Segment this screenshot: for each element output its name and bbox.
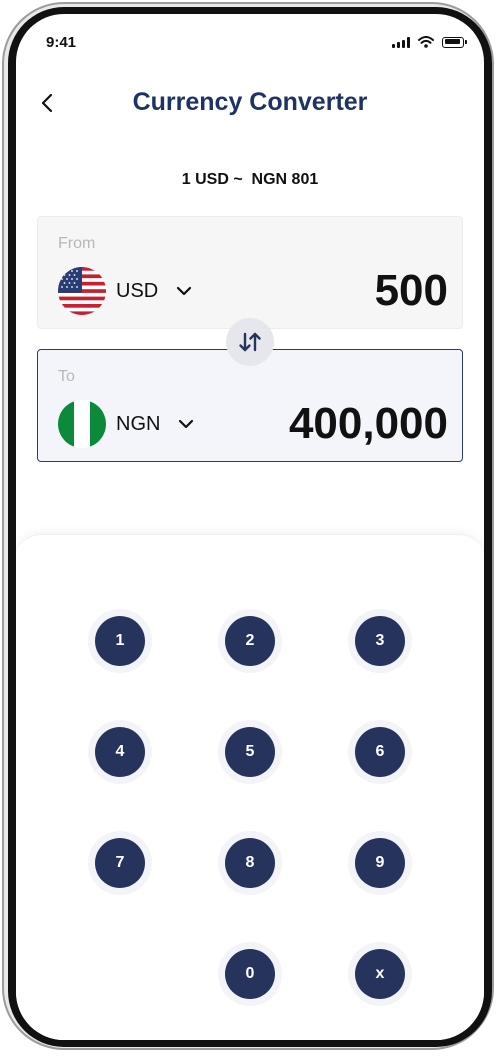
key-label: 4 — [95, 727, 145, 777]
key-label: x — [355, 949, 405, 999]
key-label: 2 — [225, 616, 275, 666]
key-label: 7 — [95, 838, 145, 888]
key-0[interactable]: 0 — [218, 942, 282, 1006]
keypad: 1 2 3 4 5 6 7 8 9 0 x — [16, 534, 484, 1040]
from-card: From USD 500 — [37, 216, 463, 329]
battery-icon — [442, 36, 467, 48]
key-label: 9 — [355, 838, 405, 888]
to-amount: 400,000 — [288, 399, 448, 448]
key-7[interactable]: 7 — [88, 831, 152, 895]
key-label: 6 — [355, 727, 405, 777]
wifi-icon — [418, 36, 434, 48]
key-label: 1 — [95, 616, 145, 666]
key-3[interactable]: 3 — [348, 609, 412, 673]
from-currency-code: USD — [116, 279, 159, 302]
to-currency-select[interactable]: NGN — [58, 400, 194, 448]
chevron-down-icon — [176, 286, 192, 296]
from-label: From — [58, 235, 96, 252]
from-amount[interactable]: 500 — [375, 267, 448, 315]
key-label: 5 — [225, 727, 275, 777]
from-currency-select[interactable]: USD — [58, 267, 192, 315]
swap-button[interactable] — [226, 318, 274, 366]
key-2[interactable]: 2 — [218, 609, 282, 673]
signal-icon — [392, 36, 410, 48]
key-delete[interactable]: x — [348, 942, 412, 1006]
swap-vertical-icon — [239, 332, 261, 352]
exchange-rate: 1 USD ~ NGN 801 — [181, 171, 319, 188]
key-label: 3 — [355, 616, 405, 666]
key-6[interactable]: 6 — [348, 720, 412, 784]
key-label: 0 — [225, 949, 275, 999]
key-5[interactable]: 5 — [218, 720, 282, 784]
key-8[interactable]: 8 — [218, 831, 282, 895]
key-1[interactable]: 1 — [88, 609, 152, 673]
key-label: 8 — [225, 838, 275, 888]
nigeria-flag-icon — [58, 400, 106, 448]
key-9[interactable]: 9 — [348, 831, 412, 895]
key-4[interactable]: 4 — [88, 720, 152, 784]
us-flag-icon — [58, 267, 106, 315]
status-icons — [392, 36, 467, 48]
chevron-down-icon — [178, 419, 194, 429]
to-label: To — [58, 368, 75, 385]
status-time: 9:41 — [46, 34, 77, 51]
page-title: Currency Converter — [132, 88, 368, 116]
screen: 9:41 Currency Converter 1 USD ~ NGN 801 … — [16, 14, 484, 1040]
to-currency-code: NGN — [116, 412, 161, 435]
